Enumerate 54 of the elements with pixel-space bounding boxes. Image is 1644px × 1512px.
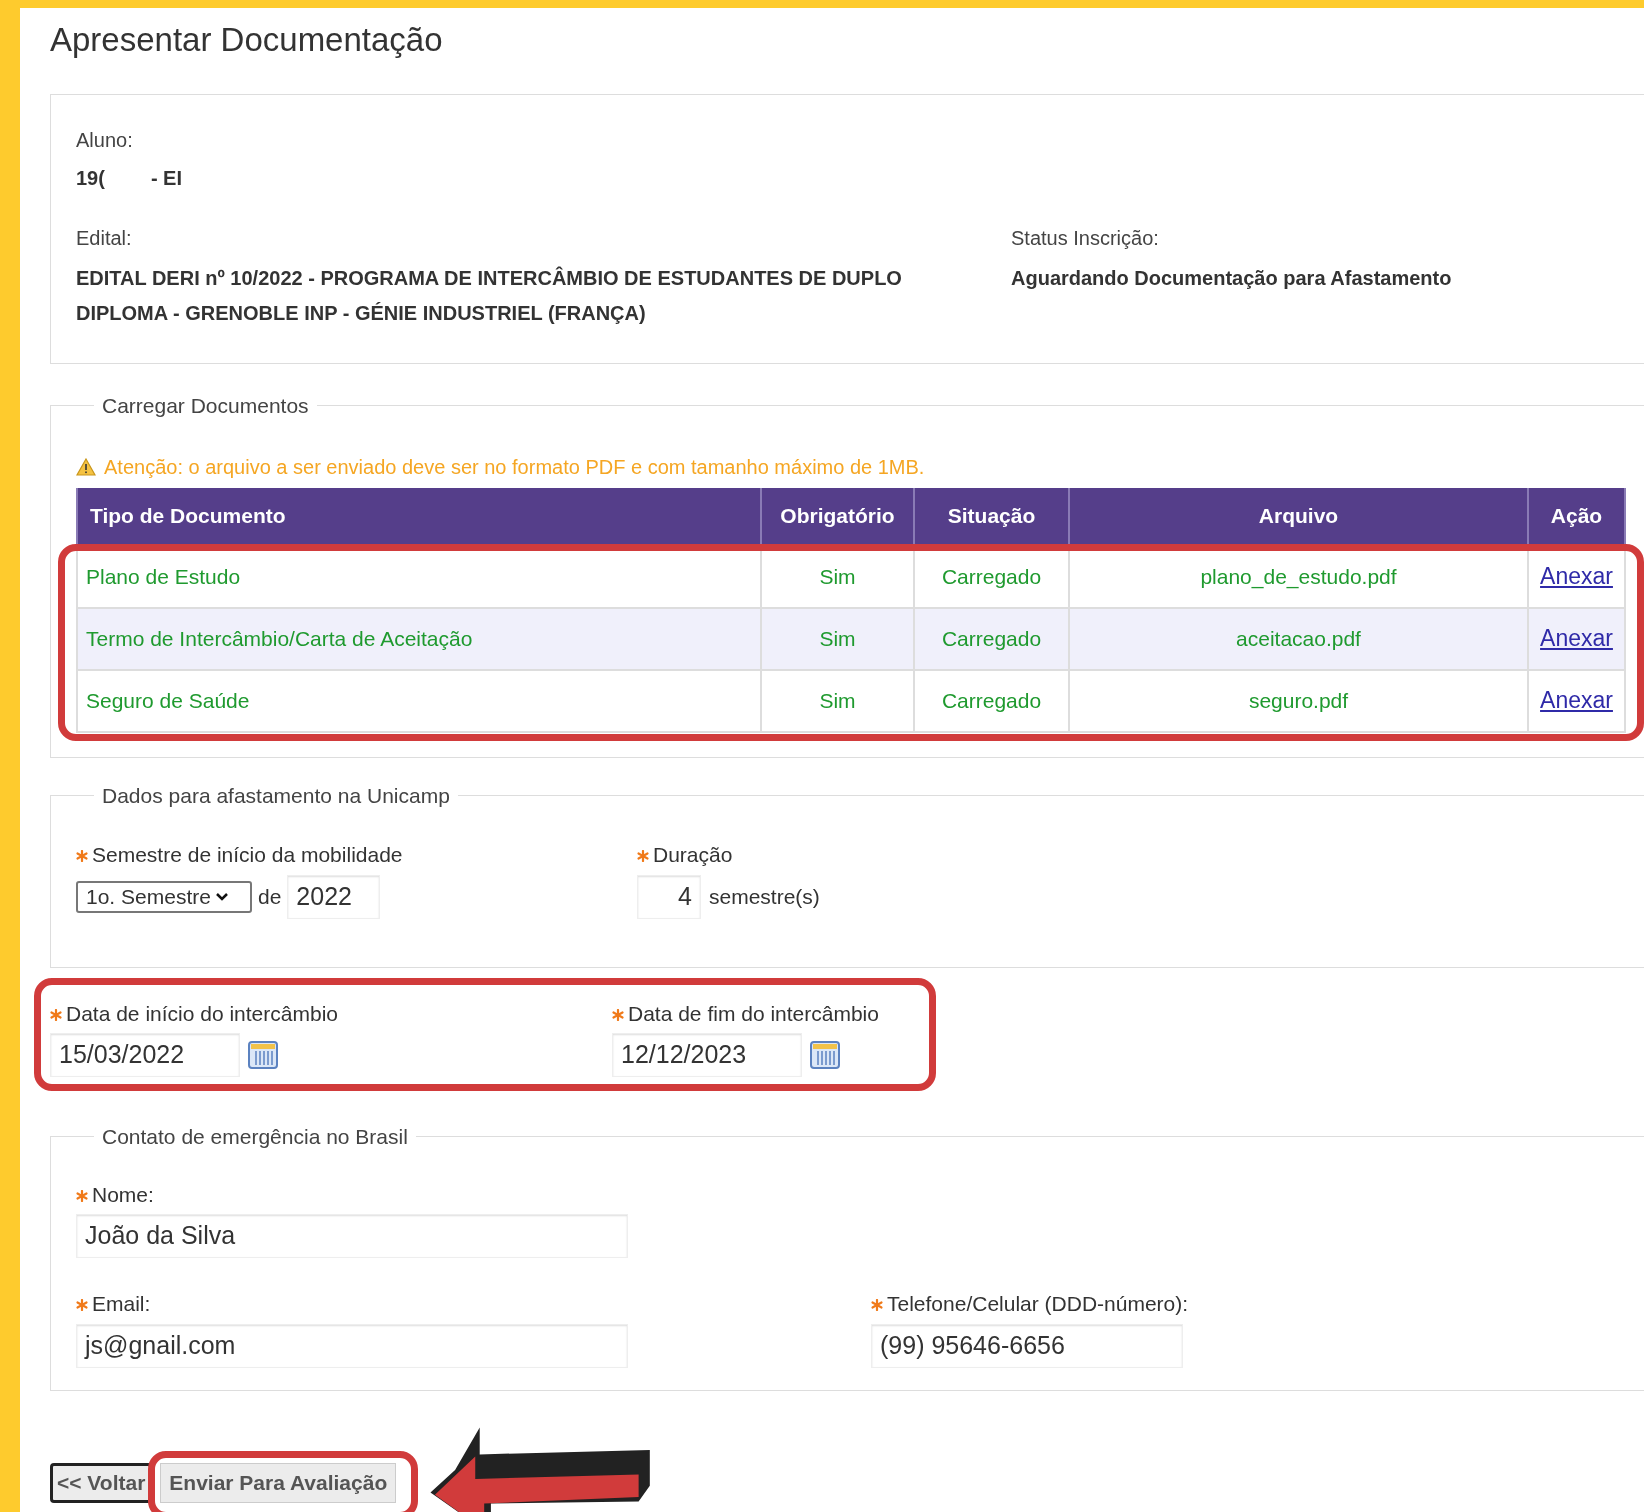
calendar-icon[interactable] — [248, 1041, 278, 1069]
unit-label: semestre(s) — [709, 883, 820, 910]
table-cell: seguro.pdf — [1069, 669, 1528, 732]
field-label: Data de fim do intercâmbio — [628, 1000, 879, 1027]
table-cell: Sim — [761, 669, 914, 732]
required-asterisk-icon — [76, 1299, 88, 1312]
field-label: Semestre de início da mobilidade — [92, 842, 403, 868]
date-input[interactable]: 15/03/2022 — [50, 1033, 240, 1077]
field-label: Duração — [653, 842, 733, 868]
edital-value: EDITAL DERI nº 10/2022 - PROGRAMA DE INTERCÂMBIO DE ESTUDANTES DE DUPLO DIPLOMA - GRENOBLE INP - GÉNIE INDUSTRIEL (FRANÇA) — [76, 265, 903, 326]
field-label: Email: — [92, 1291, 151, 1317]
required-asterisk-icon — [76, 850, 88, 863]
table-cell: Sim — [761, 607, 914, 670]
warning-icon — [76, 457, 96, 476]
field-label: de — [258, 883, 282, 910]
table-cell: Carregado — [914, 607, 1069, 670]
chevron-down-icon — [214, 891, 229, 902]
student-value: 19( — [76, 166, 105, 191]
required-asterisk-icon — [612, 1008, 624, 1021]
phone-input[interactable]: (99) 95646-6656 — [871, 1323, 1183, 1368]
date-input[interactable]: 12/12/2023 — [612, 1033, 802, 1077]
table-cell: Carregado — [914, 669, 1069, 732]
required-asterisk-icon — [50, 1008, 62, 1021]
column-header: Obrigatório — [761, 487, 914, 546]
field-label: Status Inscrição: — [1011, 226, 1160, 251]
column-header: Tipo de Documento — [77, 487, 761, 546]
table-cell: Termo de Intercâmbio/Carta de Aceitação — [77, 607, 761, 670]
section-legend: Dados para afastamento na Unicamp — [94, 779, 458, 811]
page-title: Apresentar Documentação — [50, 20, 444, 60]
status-value: Aguardando Documentação para Afastamento — [1011, 266, 1452, 291]
field-label: Edital: — [76, 226, 133, 251]
column-header: Ação — [1528, 487, 1625, 546]
section-legend: Carregar Documentos — [94, 390, 317, 422]
required-asterisk-icon — [76, 1189, 88, 1202]
field-label: Telefone/Celular (DDD-número): — [887, 1291, 1189, 1317]
required-asterisk-icon — [871, 1299, 883, 1312]
required-asterisk-icon — [637, 850, 649, 863]
field-label: Nome: — [92, 1181, 154, 1208]
duration-input[interactable]: 4 — [637, 874, 701, 919]
name-input[interactable]: João da Silva — [76, 1214, 628, 1258]
table-cell: Seguro de Saúde — [77, 669, 761, 732]
field-label: Data de início do intercâmbio — [66, 1000, 338, 1027]
section-legend: Contato de emergência no Brasil — [94, 1121, 416, 1153]
table-cell: aceitacao.pdf — [1069, 607, 1528, 670]
email-input[interactable]: js@gnail.com — [76, 1323, 628, 1368]
field-label: Aluno: — [76, 128, 134, 153]
semester-select[interactable]: 1o. Semestre — [76, 880, 252, 913]
warning-text: Atenção: o arquivo a ser enviado deve ser no formato PDF e com tamanho máximo de 1MB. — [104, 454, 925, 480]
column-header: Situação — [914, 487, 1069, 546]
calendar-icon[interactable] — [810, 1041, 840, 1069]
student-value: - EI — [150, 166, 183, 191]
year-input[interactable]: 2022 — [287, 874, 381, 919]
submit-button[interactable]: Enviar Para Avaliação — [160, 1463, 397, 1503]
column-header: Arquivo — [1069, 487, 1528, 546]
